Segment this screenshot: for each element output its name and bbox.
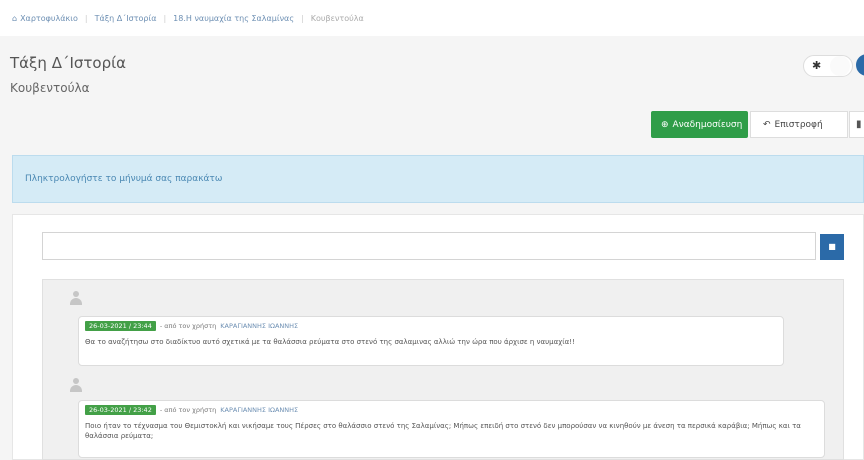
message-by: - από τον χρήστη [159, 322, 217, 330]
user-avatar-icon [69, 291, 83, 305]
message-text: Θα το αναζήτησω στο διαδίκτυο αυτό σχετι… [85, 338, 575, 346]
info-alert: Πληκτρολογήστε το μήνυμά σας παρακάτω [12, 155, 864, 203]
page-title: Τάξη Δ΄Ιστορία [10, 54, 127, 72]
breadcrumb-item-lesson[interactable]: 18.Η ναυμαχία της Σαλαμίνας [173, 14, 294, 23]
page-subtitle: Κουβεντούλα [10, 81, 90, 95]
toggle-knob [830, 56, 850, 76]
info-icon[interactable]: i [856, 54, 864, 76]
trash-icon: ▮ [856, 119, 862, 130]
message-author[interactable]: ΚΑΡΑΓΙΑΝΝΗΣ ΙΩΑΝΝΗΣ [220, 406, 298, 414]
message-author[interactable]: ΚΑΡΑΓΙΑΝΝΗΣ ΙΩΑΝΝΗΣ [220, 322, 298, 330]
breadcrumb-item-class[interactable]: Τάξη Δ΄Ιστορία [95, 14, 157, 23]
breadcrumb: ⌂ Χαρτοφυλάκιο | Τάξη Δ΄Ιστορία | 18.Η ν… [0, 0, 864, 36]
message-item: 26-03-2021 / 23:44 - από τον χρήστη ΚΑΡΑ… [78, 316, 784, 366]
home-icon: ⌂ [12, 13, 18, 23]
pin-toggle[interactable]: ✱ [803, 55, 853, 77]
back-button-label: Επιστροφή [774, 119, 823, 130]
message-text: Ποιο ήταν το τέχνασμα του Θεμιστοκλή και… [85, 422, 801, 440]
breadcrumb-separator: | [301, 13, 304, 23]
alert-text: Πληκτρολογήστε το μήνυμά σας παρακάτω [25, 174, 223, 184]
reply-icon: ↶ [763, 119, 771, 130]
breadcrumb-separator: | [163, 13, 167, 23]
publish-button[interactable]: ⊕ Αναδημοσίευση [651, 111, 748, 138]
user-avatar-icon [69, 378, 83, 392]
message-by: - από τον χρήστη [159, 406, 217, 414]
plus-circle-icon: ⊕ [661, 119, 669, 130]
message-input[interactable] [42, 232, 816, 260]
breadcrumb-separator: | [84, 13, 88, 23]
delete-button[interactable]: ▮ [849, 111, 864, 138]
breadcrumb-item-portfolio[interactable]: Χαρτοφυλάκιο [20, 14, 78, 23]
breadcrumb-item-current: Κουβεντούλα [310, 13, 364, 23]
message-date-badge: 26-03-2021 / 23:44 [85, 321, 156, 331]
publish-button-label: Αναδημοσίευση [672, 119, 743, 130]
back-button[interactable]: ↶ Επιστροφή [750, 111, 848, 138]
message-date-badge: 26-03-2021 / 23:42 [85, 405, 156, 415]
send-button[interactable]: ■ [820, 234, 844, 260]
send-icon: ■ [828, 242, 836, 251]
pin-icon: ✱ [812, 59, 822, 72]
message-item: 26-03-2021 / 23:42 - από τον χρήστη ΚΑΡΑ… [78, 400, 825, 458]
